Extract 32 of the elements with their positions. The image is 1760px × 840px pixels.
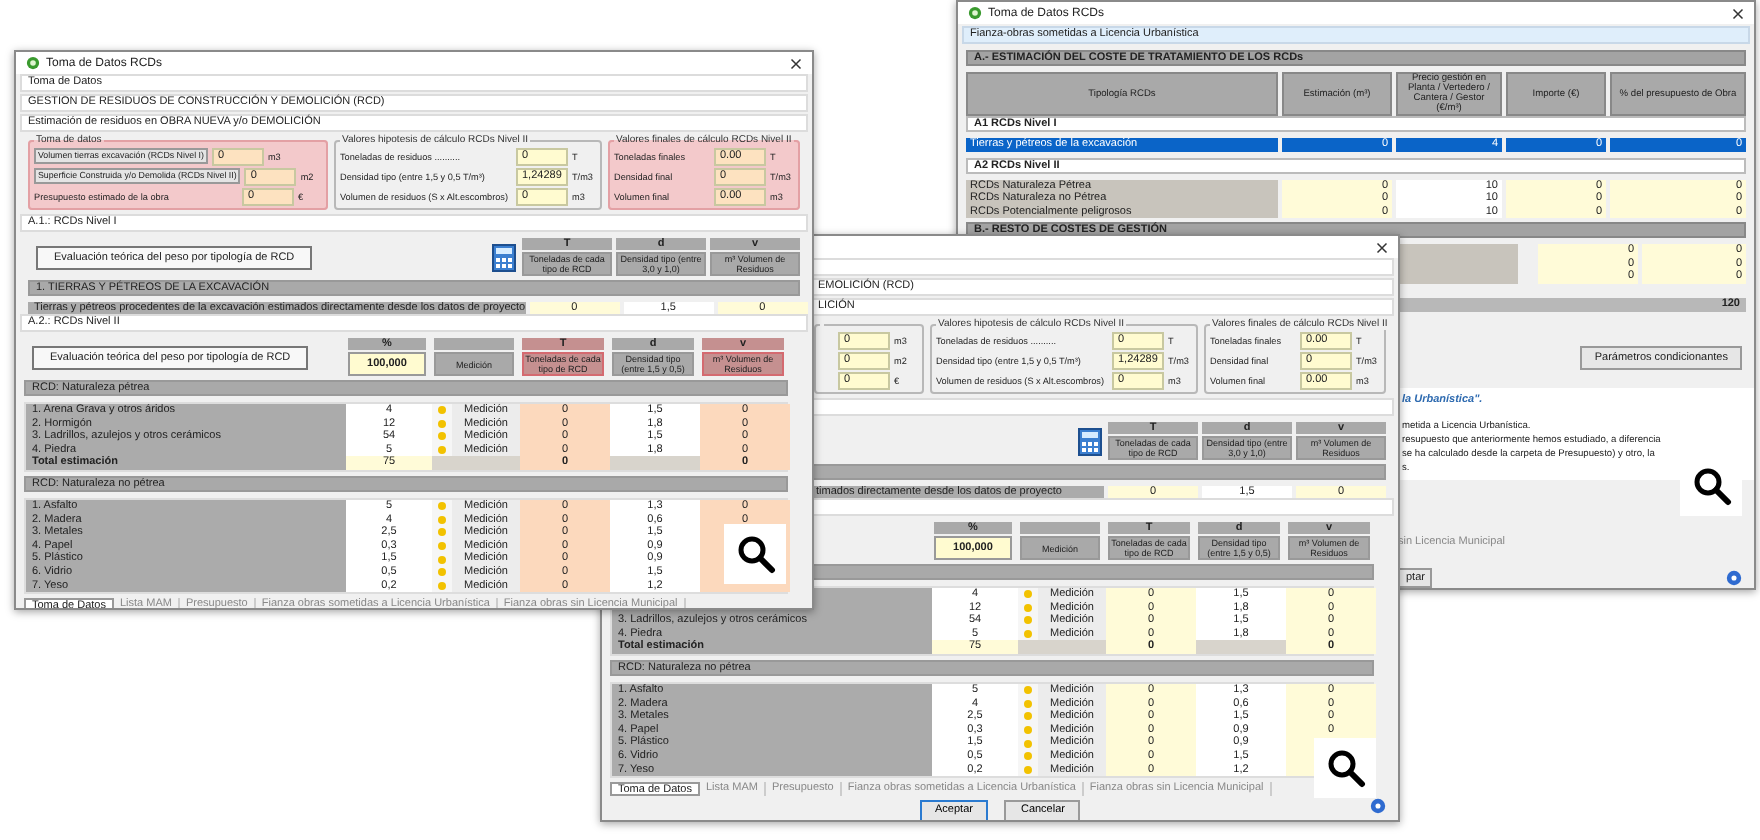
status-dot	[1024, 765, 1032, 774]
status-dot	[1024, 739, 1032, 748]
status-dot	[438, 515, 446, 524]
status-dot	[438, 581, 446, 590]
status-dot	[438, 528, 446, 537]
status-dot	[438, 446, 446, 455]
close-icon[interactable]	[1376, 241, 1388, 253]
status-dot	[1024, 686, 1032, 695]
app-icon	[26, 56, 40, 70]
status-dot	[438, 555, 446, 564]
status-dot	[1024, 616, 1032, 625]
help-icon[interactable]	[1370, 798, 1386, 814]
status-dot	[1024, 752, 1032, 761]
help-icon[interactable]	[1726, 569, 1742, 585]
status-dot	[438, 502, 446, 511]
status-dot	[1024, 726, 1032, 735]
close-icon[interactable]	[790, 57, 802, 69]
status-dot	[1024, 699, 1032, 708]
magnifier-icon	[724, 524, 786, 584]
status-dot	[438, 432, 446, 441]
status-dot	[438, 568, 446, 577]
status-dot	[1024, 590, 1032, 599]
status-dot	[438, 406, 446, 415]
calculator-icon[interactable]	[1078, 427, 1102, 455]
status-dot	[1024, 603, 1032, 612]
status-dot	[1024, 630, 1032, 639]
status-dot	[1024, 712, 1032, 721]
app-icon	[968, 6, 982, 20]
calculator-icon[interactable]	[492, 243, 516, 271]
status-dot	[438, 542, 446, 551]
close-icon[interactable]	[1732, 7, 1744, 19]
status-dot	[438, 419, 446, 428]
